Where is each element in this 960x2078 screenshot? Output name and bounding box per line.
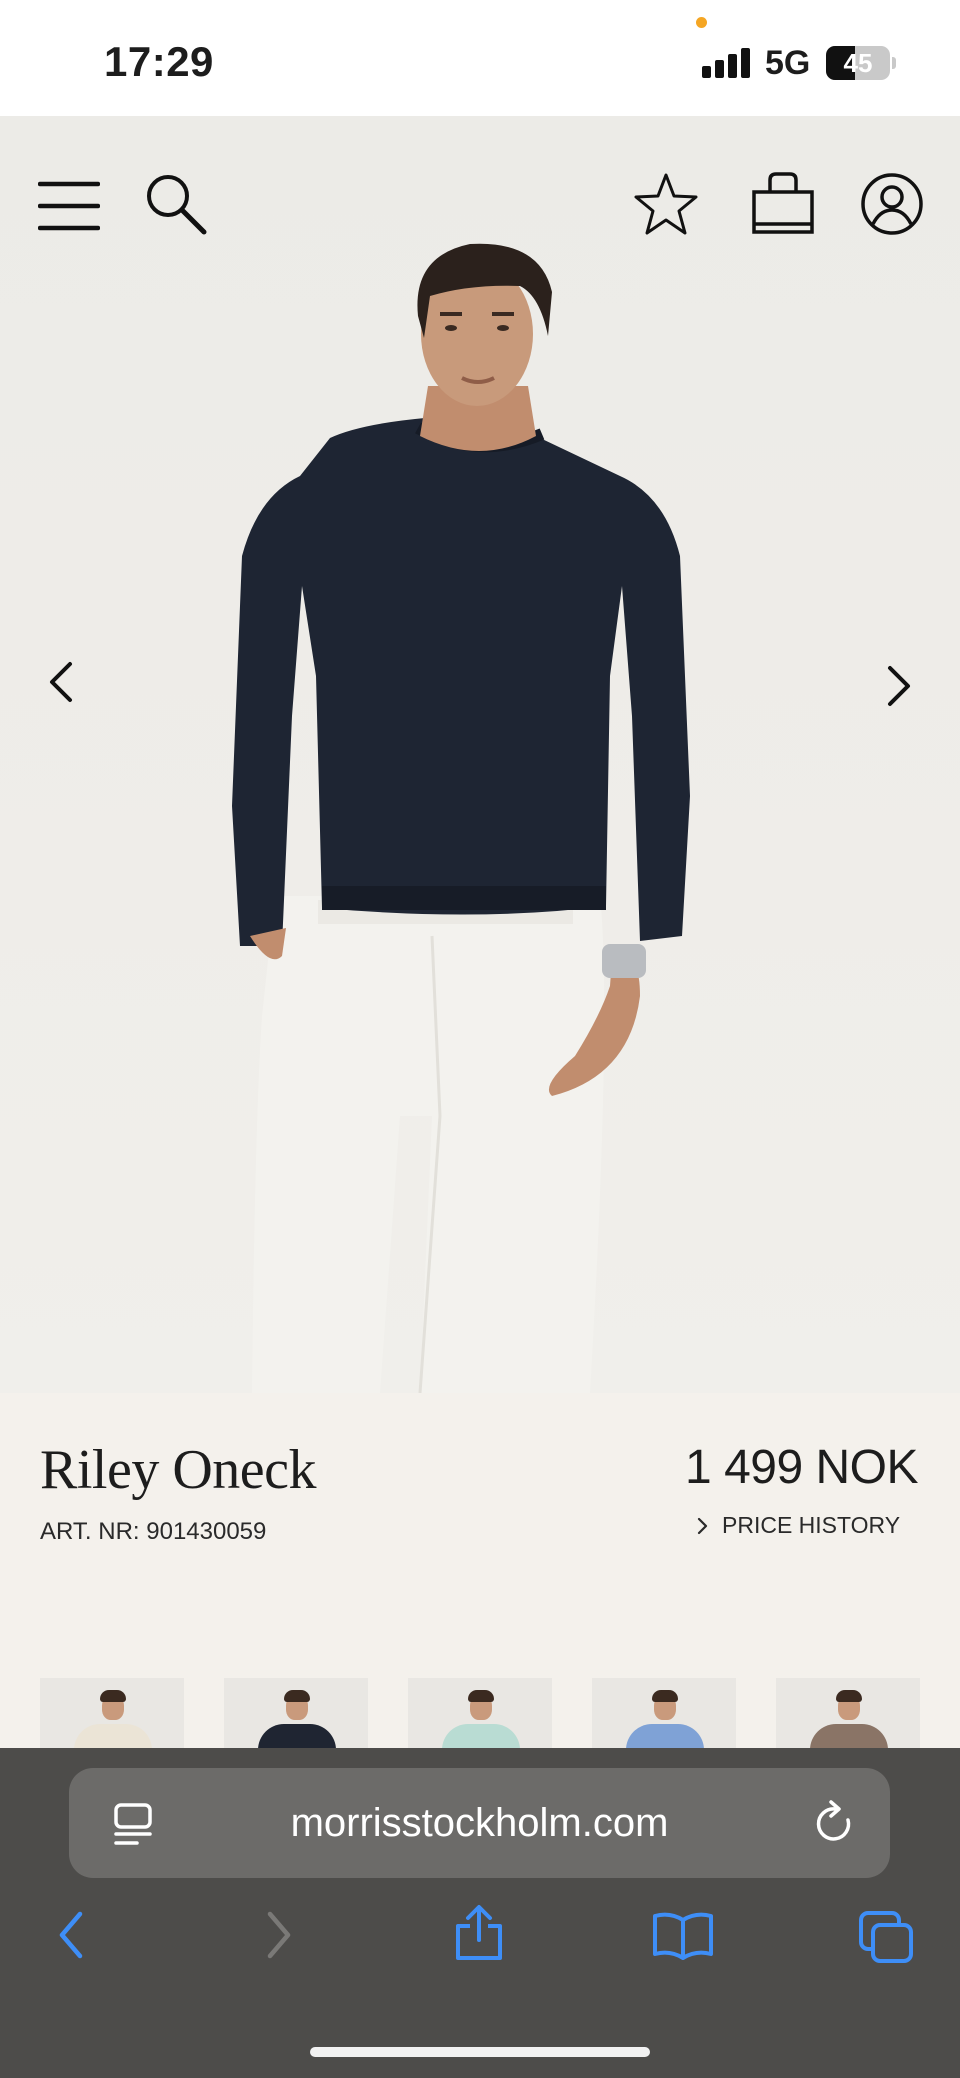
battery-level: 45 xyxy=(843,48,873,78)
price-history-label: PRICE HISTORY xyxy=(722,1512,901,1538)
status-time: 17:29 xyxy=(104,38,214,85)
next-image-button[interactable] xyxy=(884,664,914,708)
chevron-left-icon xyxy=(50,662,72,702)
battery-icon: 45 xyxy=(826,46,890,80)
article-number: ART. NR: 901430059 xyxy=(40,1518,267,1545)
color-variant-thumbnail[interactable] xyxy=(40,1678,184,1750)
color-variant-list xyxy=(40,1678,920,1750)
share-icon[interactable] xyxy=(454,1904,504,1962)
tabs-icon[interactable] xyxy=(858,1910,914,1964)
color-variant-thumbnail[interactable] xyxy=(408,1678,552,1750)
shopping-bag-button[interactable] xyxy=(752,172,814,236)
color-variant-thumbnail[interactable] xyxy=(592,1678,736,1750)
reload-icon[interactable] xyxy=(814,1800,856,1846)
product-name: Riley Oneck xyxy=(40,1439,316,1501)
shopping-bag-icon xyxy=(752,172,814,234)
menu-icon xyxy=(38,181,100,231)
status-bar: 17:29 5G 45 xyxy=(0,0,960,116)
bookmarks-icon[interactable] xyxy=(652,1910,714,1960)
product-image-gallery[interactable] xyxy=(0,116,960,1393)
previous-image-button[interactable] xyxy=(46,660,76,704)
menu-button[interactable] xyxy=(38,180,100,232)
product-photo xyxy=(232,243,690,1393)
cellular-signal-icon xyxy=(702,48,750,78)
chevron-right-icon xyxy=(888,666,910,706)
browser-toolbar: morrisstockholm.com xyxy=(0,1748,960,2078)
home-indicator[interactable] xyxy=(310,2047,650,2057)
product-price: 1 499 NOK xyxy=(685,1441,918,1494)
privacy-indicator-dot xyxy=(696,17,707,28)
battery-tip xyxy=(892,57,896,69)
address-bar[interactable]: morrisstockholm.com xyxy=(69,1768,890,1878)
account-icon xyxy=(861,173,923,235)
favorite-star-icon xyxy=(634,173,698,235)
price-history-link[interactable]: PRICE HISTORY xyxy=(696,1512,900,1539)
favorites-button[interactable] xyxy=(634,172,698,236)
back-icon[interactable] xyxy=(56,1910,86,1960)
account-button[interactable] xyxy=(860,172,924,236)
chevron-right-small-icon xyxy=(697,1517,708,1534)
search-icon xyxy=(147,175,207,235)
network-type: 5G xyxy=(765,44,811,82)
color-variant-thumbnail[interactable] xyxy=(776,1678,920,1750)
search-button[interactable] xyxy=(144,172,208,236)
url-text: morrisstockholm.com xyxy=(290,1801,669,1845)
color-variant-thumbnail[interactable] xyxy=(224,1678,368,1750)
forward-icon[interactable] xyxy=(264,1910,294,1960)
